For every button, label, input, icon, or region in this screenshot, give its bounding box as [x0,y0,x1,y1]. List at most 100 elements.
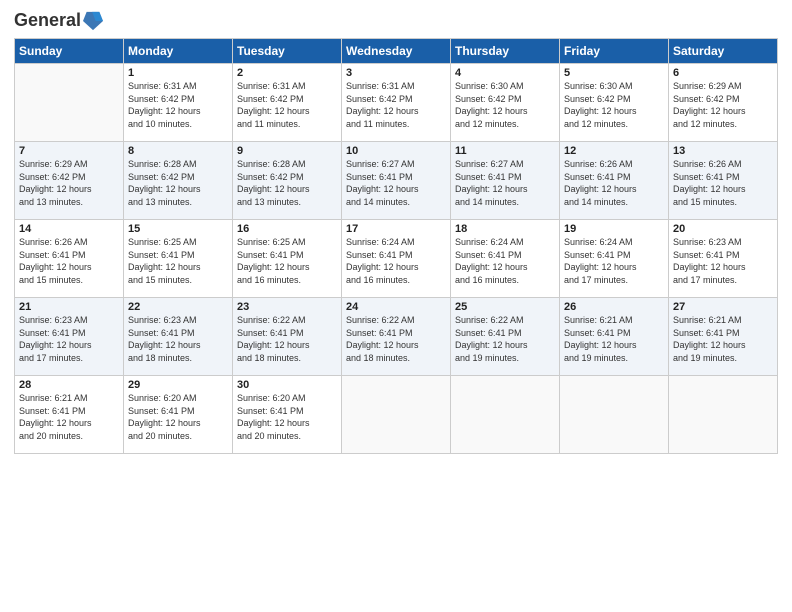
day-number: 17 [346,223,446,235]
day-number: 4 [455,67,555,79]
day-number: 1 [128,67,228,79]
day-cell: 18Sunrise: 6:24 AM Sunset: 6:41 PM Dayli… [451,220,560,298]
day-cell: 4Sunrise: 6:30 AM Sunset: 6:42 PM Daylig… [451,64,560,142]
day-number: 9 [237,145,337,157]
day-info: Sunrise: 6:27 AM Sunset: 6:41 PM Dayligh… [455,158,555,208]
day-number: 29 [128,379,228,391]
day-cell: 10Sunrise: 6:27 AM Sunset: 6:41 PM Dayli… [342,142,451,220]
day-info: Sunrise: 6:26 AM Sunset: 6:41 PM Dayligh… [19,236,119,286]
day-cell: 27Sunrise: 6:21 AM Sunset: 6:41 PM Dayli… [669,298,778,376]
day-cell: 3Sunrise: 6:31 AM Sunset: 6:42 PM Daylig… [342,64,451,142]
header-cell-thursday: Thursday [451,39,560,64]
day-number: 15 [128,223,228,235]
day-cell: 15Sunrise: 6:25 AM Sunset: 6:41 PM Dayli… [124,220,233,298]
day-cell [560,376,669,454]
header-cell-saturday: Saturday [669,39,778,64]
day-number: 30 [237,379,337,391]
day-info: Sunrise: 6:27 AM Sunset: 6:41 PM Dayligh… [346,158,446,208]
day-number: 19 [564,223,664,235]
day-number: 2 [237,67,337,79]
day-info: Sunrise: 6:31 AM Sunset: 6:42 PM Dayligh… [346,80,446,130]
logo-icon [83,10,103,32]
day-info: Sunrise: 6:22 AM Sunset: 6:41 PM Dayligh… [455,314,555,364]
day-info: Sunrise: 6:23 AM Sunset: 6:41 PM Dayligh… [128,314,228,364]
day-info: Sunrise: 6:22 AM Sunset: 6:41 PM Dayligh… [237,314,337,364]
logo-general: General [14,10,81,30]
day-cell: 24Sunrise: 6:22 AM Sunset: 6:41 PM Dayli… [342,298,451,376]
header-cell-friday: Friday [560,39,669,64]
day-info: Sunrise: 6:21 AM Sunset: 6:41 PM Dayligh… [19,392,119,442]
day-number: 10 [346,145,446,157]
day-number: 22 [128,301,228,313]
day-cell: 19Sunrise: 6:24 AM Sunset: 6:41 PM Dayli… [560,220,669,298]
day-cell: 9Sunrise: 6:28 AM Sunset: 6:42 PM Daylig… [233,142,342,220]
day-info: Sunrise: 6:23 AM Sunset: 6:41 PM Dayligh… [673,236,773,286]
day-number: 16 [237,223,337,235]
day-cell: 5Sunrise: 6:30 AM Sunset: 6:42 PM Daylig… [560,64,669,142]
header-cell-monday: Monday [124,39,233,64]
day-cell [342,376,451,454]
day-cell: 16Sunrise: 6:25 AM Sunset: 6:41 PM Dayli… [233,220,342,298]
logo-label: General [14,11,81,31]
day-cell: 25Sunrise: 6:22 AM Sunset: 6:41 PM Dayli… [451,298,560,376]
day-cell: 6Sunrise: 6:29 AM Sunset: 6:42 PM Daylig… [669,64,778,142]
day-cell: 8Sunrise: 6:28 AM Sunset: 6:42 PM Daylig… [124,142,233,220]
day-info: Sunrise: 6:21 AM Sunset: 6:41 PM Dayligh… [673,314,773,364]
day-cell: 29Sunrise: 6:20 AM Sunset: 6:41 PM Dayli… [124,376,233,454]
logo-text-block: General [14,10,103,30]
day-cell: 1Sunrise: 6:31 AM Sunset: 6:42 PM Daylig… [124,64,233,142]
header-cell-tuesday: Tuesday [233,39,342,64]
day-info: Sunrise: 6:25 AM Sunset: 6:41 PM Dayligh… [237,236,337,286]
day-cell: 7Sunrise: 6:29 AM Sunset: 6:42 PM Daylig… [15,142,124,220]
day-info: Sunrise: 6:24 AM Sunset: 6:41 PM Dayligh… [455,236,555,286]
day-number: 26 [564,301,664,313]
day-cell: 21Sunrise: 6:23 AM Sunset: 6:41 PM Dayli… [15,298,124,376]
day-cell: 20Sunrise: 6:23 AM Sunset: 6:41 PM Dayli… [669,220,778,298]
day-number: 3 [346,67,446,79]
day-number: 20 [673,223,773,235]
calendar-table: SundayMondayTuesdayWednesdayThursdayFrid… [14,38,778,454]
day-number: 11 [455,145,555,157]
day-cell: 30Sunrise: 6:20 AM Sunset: 6:41 PM Dayli… [233,376,342,454]
day-number: 28 [19,379,119,391]
day-cell: 23Sunrise: 6:22 AM Sunset: 6:41 PM Dayli… [233,298,342,376]
day-number: 12 [564,145,664,157]
day-cell: 12Sunrise: 6:26 AM Sunset: 6:41 PM Dayli… [560,142,669,220]
header: General [14,10,778,30]
day-info: Sunrise: 6:30 AM Sunset: 6:42 PM Dayligh… [455,80,555,130]
day-number: 23 [237,301,337,313]
main-container: General SundayMond [0,0,792,464]
day-info: Sunrise: 6:20 AM Sunset: 6:41 PM Dayligh… [237,392,337,442]
week-row-2: 7Sunrise: 6:29 AM Sunset: 6:42 PM Daylig… [15,142,778,220]
day-cell [451,376,560,454]
day-number: 18 [455,223,555,235]
day-cell: 2Sunrise: 6:31 AM Sunset: 6:42 PM Daylig… [233,64,342,142]
day-info: Sunrise: 6:28 AM Sunset: 6:42 PM Dayligh… [237,158,337,208]
day-info: Sunrise: 6:26 AM Sunset: 6:41 PM Dayligh… [673,158,773,208]
day-number: 6 [673,67,773,79]
day-number: 14 [19,223,119,235]
day-info: Sunrise: 6:26 AM Sunset: 6:41 PM Dayligh… [564,158,664,208]
day-info: Sunrise: 6:23 AM Sunset: 6:41 PM Dayligh… [19,314,119,364]
day-number: 21 [19,301,119,313]
logo: General [14,10,103,30]
day-info: Sunrise: 6:28 AM Sunset: 6:42 PM Dayligh… [128,158,228,208]
day-info: Sunrise: 6:20 AM Sunset: 6:41 PM Dayligh… [128,392,228,442]
day-info: Sunrise: 6:24 AM Sunset: 6:41 PM Dayligh… [346,236,446,286]
day-info: Sunrise: 6:21 AM Sunset: 6:41 PM Dayligh… [564,314,664,364]
week-row-1: 1Sunrise: 6:31 AM Sunset: 6:42 PM Daylig… [15,64,778,142]
day-info: Sunrise: 6:22 AM Sunset: 6:41 PM Dayligh… [346,314,446,364]
day-cell: 22Sunrise: 6:23 AM Sunset: 6:41 PM Dayli… [124,298,233,376]
day-cell: 13Sunrise: 6:26 AM Sunset: 6:41 PM Dayli… [669,142,778,220]
week-row-3: 14Sunrise: 6:26 AM Sunset: 6:41 PM Dayli… [15,220,778,298]
day-number: 7 [19,145,119,157]
week-row-4: 21Sunrise: 6:23 AM Sunset: 6:41 PM Dayli… [15,298,778,376]
day-number: 25 [455,301,555,313]
day-info: Sunrise: 6:29 AM Sunset: 6:42 PM Dayligh… [673,80,773,130]
day-info: Sunrise: 6:24 AM Sunset: 6:41 PM Dayligh… [564,236,664,286]
day-info: Sunrise: 6:29 AM Sunset: 6:42 PM Dayligh… [19,158,119,208]
day-info: Sunrise: 6:31 AM Sunset: 6:42 PM Dayligh… [128,80,228,130]
day-cell: 11Sunrise: 6:27 AM Sunset: 6:41 PM Dayli… [451,142,560,220]
header-cell-wednesday: Wednesday [342,39,451,64]
day-cell: 17Sunrise: 6:24 AM Sunset: 6:41 PM Dayli… [342,220,451,298]
